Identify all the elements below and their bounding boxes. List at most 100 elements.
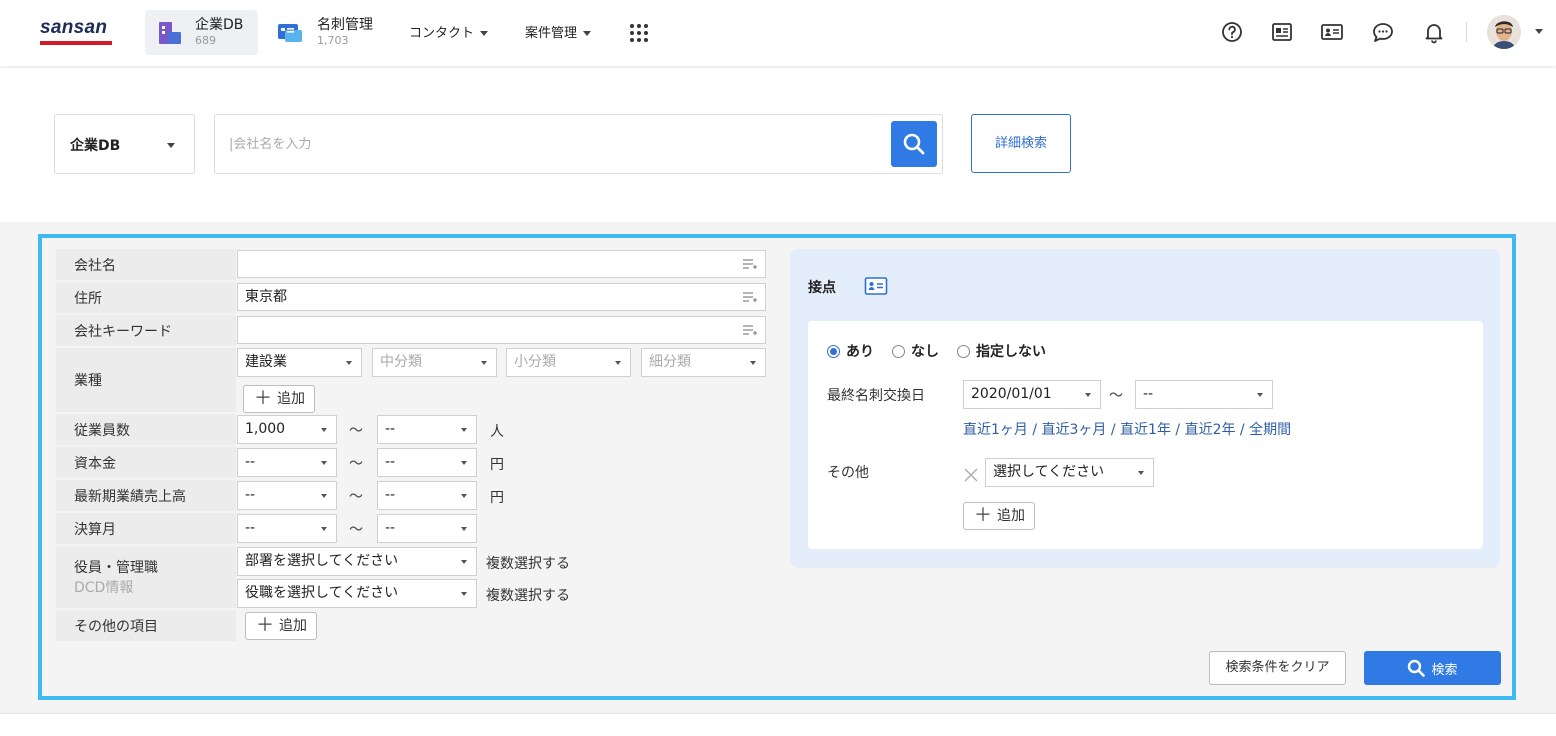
chat-icon[interactable] [1371, 20, 1395, 44]
sales-to-select[interactable]: -- [377, 481, 477, 510]
last-exchange-to-value: -- [1143, 386, 1154, 402]
user-avatar[interactable] [1487, 15, 1521, 49]
contact-radio-group: あり なし 指定しない [827, 341, 1064, 361]
menu-contact[interactable]: コンタクト [409, 22, 489, 41]
contact-title: 接点 [808, 280, 836, 296]
contact-other-add-button[interactable]: ＋ 追加 [963, 502, 1035, 530]
plus-icon: ＋ [256, 615, 274, 636]
search-submit-button[interactable] [891, 121, 937, 167]
position-placeholder: 役職を選択してください [245, 585, 399, 601]
contact-other-label: その他 [827, 465, 869, 481]
industry-minor-placeholder: 小分類 [514, 354, 556, 370]
radio-contact-unspecified[interactable]: 指定しない [957, 341, 1046, 361]
menu-deals[interactable]: 案件管理 [525, 22, 592, 41]
department-select[interactable]: 部署を選択してください [237, 547, 477, 576]
capital-to-value: -- [385, 454, 396, 470]
search-scope-value: 企業DB [70, 138, 121, 154]
employees-to-value: -- [385, 421, 396, 437]
list-add-icon[interactable] [743, 292, 757, 303]
radio-unselected-icon [892, 344, 905, 358]
capital-unit: 円 [490, 457, 504, 473]
employees-label: 従業員数 [56, 414, 236, 445]
address-label: 住所 [56, 282, 236, 313]
position-multi-select-link[interactable]: 複数選択する [486, 585, 570, 605]
remove-x-icon[interactable] [963, 467, 979, 483]
chevron-down-icon [480, 31, 489, 36]
search-button[interactable]: 検索 [1364, 651, 1501, 685]
row-capital: 資本金 -- 〜 -- 円 [56, 447, 767, 478]
executives-label-cell: 役員・管理職 DCD情報 [56, 546, 236, 608]
chevron-down-icon [615, 361, 621, 365]
radio-contact-no[interactable]: なし [892, 341, 939, 361]
contact-other-select[interactable]: 選択してください [985, 458, 1154, 487]
last-exchange-label: 最終名刺交換日 [827, 388, 925, 404]
chevron-down-icon [321, 428, 327, 432]
date-quick-links[interactable]: 直近1ヶ月 / 直近3ヶ月 / 直近1年 / 直近2年 / 全期間 [963, 419, 1291, 439]
row-keyword: 会社キーワード [56, 315, 767, 346]
account-chevron-down-icon[interactable] [1535, 29, 1543, 34]
industry-detail-placeholder: 細分類 [649, 354, 691, 370]
industry-major-value: 建設業 [245, 354, 287, 370]
industry-label: 業種 [56, 348, 236, 412]
list-add-icon[interactable] [743, 259, 757, 270]
industry-minor-select[interactable]: 小分類 [506, 348, 631, 377]
address-input[interactable]: 東京都 [237, 283, 766, 311]
radio-selected-icon [827, 344, 840, 358]
industry-add-button[interactable]: ＋ 追加 [243, 385, 315, 413]
sansan-logo[interactable]: sansan [40, 17, 107, 39]
range-tilde: 〜 [349, 522, 363, 538]
clear-conditions-button[interactable]: 検索条件をクリア [1209, 651, 1346, 685]
chevron-down-icon [321, 527, 327, 531]
fiscal-month-from-select[interactable]: -- [237, 514, 337, 543]
last-exchange-to-select[interactable]: -- [1135, 380, 1273, 409]
chevron-down-icon [750, 361, 756, 365]
industry-add-label: 追加 [277, 391, 305, 407]
keyword-label: 会社キーワード [56, 315, 236, 346]
company-db-icon [159, 22, 181, 44]
apps-grid-icon[interactable] [629, 23, 649, 43]
bell-icon[interactable] [1422, 20, 1446, 44]
range-tilde: 〜 [349, 489, 363, 505]
capital-to-select[interactable]: -- [377, 448, 477, 477]
fiscal-month-to-value: -- [385, 520, 396, 536]
nav-card-label: 名刺管理 [317, 17, 373, 33]
row-employees: 従業員数 1,000 〜 -- 人 [56, 414, 767, 445]
search-scope-select[interactable]: 企業DB [54, 114, 195, 174]
keyword-input[interactable] [237, 316, 766, 344]
row-other-items: その他の項目 ＋ 追加 [56, 610, 767, 641]
card-list-icon[interactable] [1320, 20, 1344, 44]
company-name-input[interactable] [237, 250, 766, 278]
industry-middle-select[interactable]: 中分類 [372, 348, 497, 377]
sales-label: 最新期業績売上高 [56, 480, 236, 511]
department-multi-select-link[interactable]: 複数選択する [486, 553, 570, 573]
company-search-input[interactable] [229, 133, 869, 155]
other-items-add-button[interactable]: ＋ 追加 [245, 612, 317, 640]
sales-from-select[interactable]: -- [237, 481, 337, 510]
radio-unselected-icon [957, 344, 970, 358]
last-exchange-from-value: 2020/01/01 [971, 386, 1052, 402]
list-add-icon[interactable] [743, 325, 757, 336]
logo-underline [40, 41, 112, 45]
help-icon[interactable] [1220, 20, 1244, 44]
nav-card-management[interactable]: 名刺管理 1,703 [277, 10, 387, 55]
employees-to-select[interactable]: -- [377, 415, 477, 444]
nav-company-db[interactable]: 企業DB 689 [145, 10, 258, 55]
capital-from-select[interactable]: -- [237, 448, 337, 477]
employees-from-select[interactable]: 1,000 [237, 415, 337, 444]
news-icon[interactable] [1270, 20, 1294, 44]
header-divider [1466, 22, 1467, 42]
last-exchange-from-select[interactable]: 2020/01/01 [963, 380, 1101, 409]
industry-major-select[interactable]: 建設業 [237, 348, 362, 377]
department-placeholder: 部署を選択してください [245, 553, 399, 569]
business-card-icon [278, 24, 302, 42]
advanced-search-button[interactable]: 詳細検索 [971, 114, 1071, 173]
sales-unit: 円 [490, 490, 504, 506]
industry-detail-select[interactable]: 細分類 [641, 348, 766, 377]
radio-contact-yes[interactable]: あり [827, 341, 874, 361]
plus-icon: ＋ [974, 505, 992, 526]
search-box [214, 114, 943, 174]
chevron-down-icon [583, 31, 592, 36]
position-select[interactable]: 役職を選択してください [237, 579, 477, 608]
row-industry: 業種 建設業 中分類 小分類 細分類 ＋ 追加 [56, 348, 767, 413]
fiscal-month-to-select[interactable]: -- [377, 514, 477, 543]
